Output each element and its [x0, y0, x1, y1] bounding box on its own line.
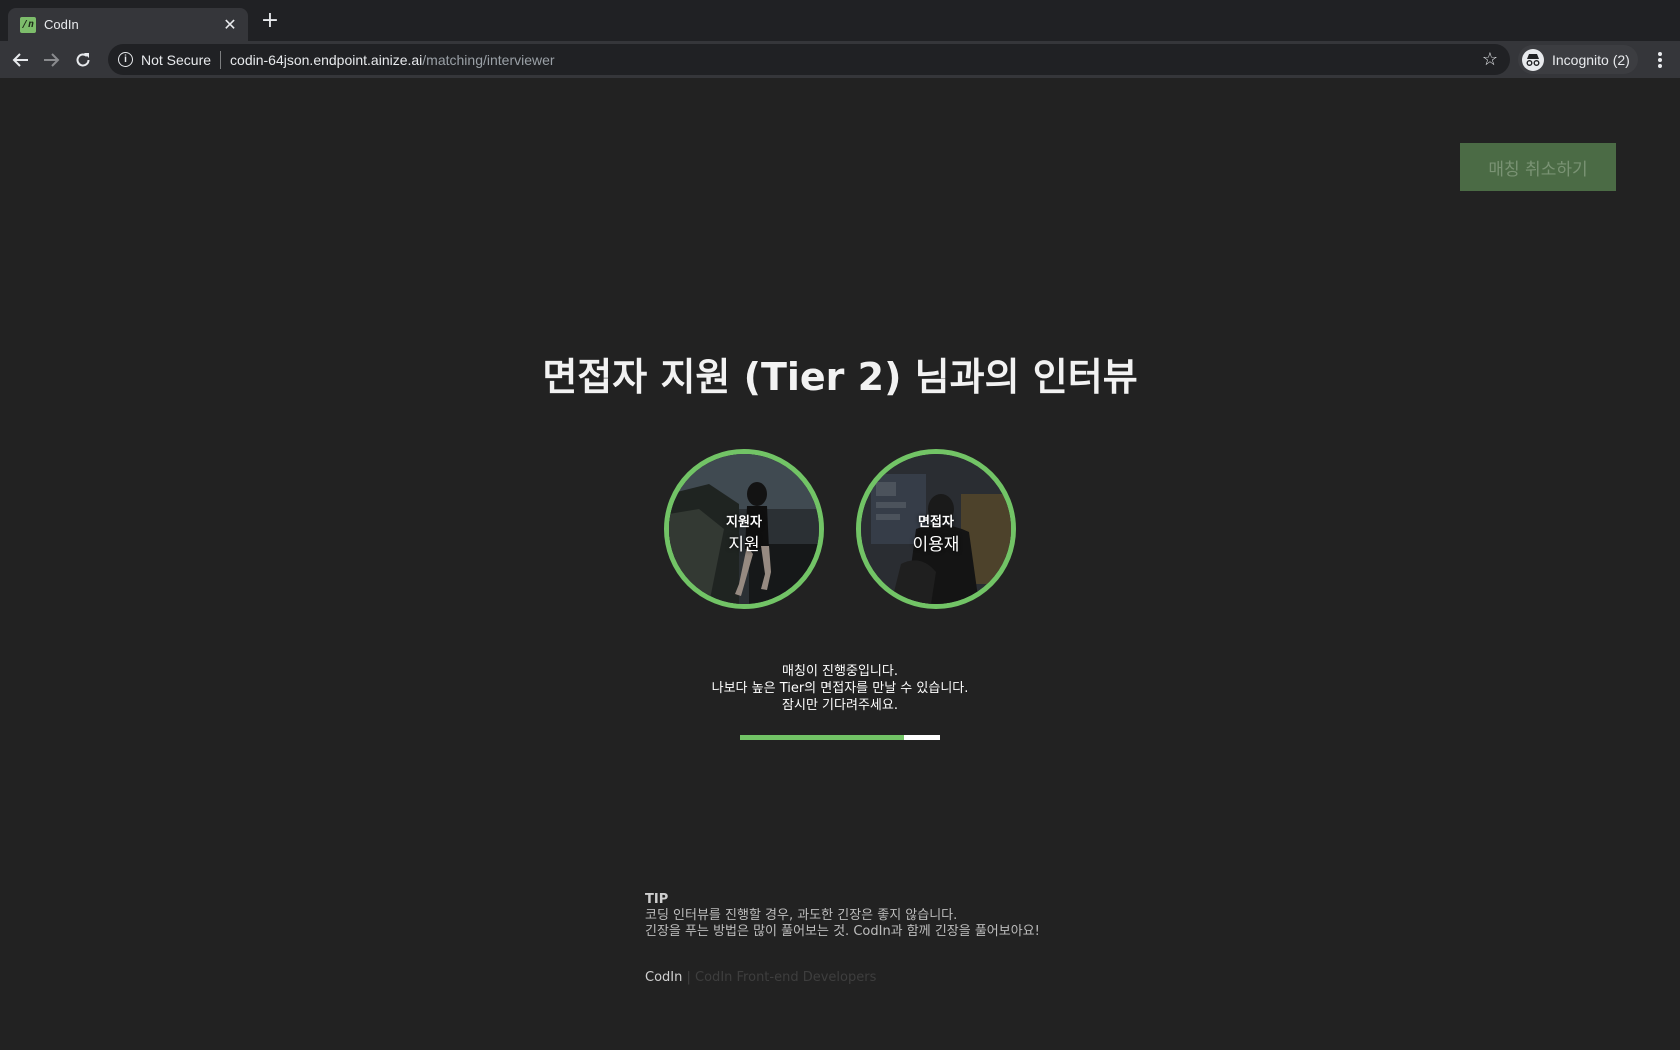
progress-fill: [740, 735, 904, 740]
forward-arrow-icon[interactable]: [40, 49, 62, 71]
applicant-role-label: 지원자: [726, 515, 762, 530]
interviewer-role-label: 면접자: [918, 515, 954, 530]
interviewer-name: 이용재: [912, 535, 960, 555]
page-title: 면접자 지원 (Tier 2) 님과의 인터뷰: [542, 355, 1138, 399]
codin-favicon-icon: /n: [20, 16, 36, 33]
incognito-profile-button[interactable]: Incognito (2): [1518, 45, 1638, 74]
tip-box: TIP 코딩 인터뷰를 진행할 경우, 과도한 긴장은 좋지 않습니다. 긴장을…: [645, 892, 1040, 940]
footer-separator: |: [686, 970, 691, 985]
tab-title: CodIn: [44, 17, 79, 32]
security-label: Not Secure: [141, 51, 212, 68]
applicant-avatar: 지원자 지원: [664, 449, 824, 609]
applicant-name: 지원: [728, 535, 760, 555]
info-icon[interactable]: i: [118, 52, 133, 67]
status-line: 나보다 높은 Tier의 면접자를 만날 수 있습니다.: [711, 681, 969, 696]
tab-close-icon[interactable]: ✕: [222, 15, 238, 34]
footer-credit: CodIn Front-end Developers: [695, 970, 877, 985]
cancel-matching-button[interactable]: 매칭 취소하기: [1460, 143, 1616, 191]
bookmark-star-icon[interactable]: ☆: [1482, 49, 1498, 70]
back-arrow-icon[interactable]: [10, 49, 32, 71]
address-bar[interactable]: i Not Secure codin-64json.endpoint.ainiz…: [108, 44, 1510, 75]
incognito-label: Incognito (2): [1552, 51, 1630, 68]
tip-line: 긴장을 푸는 방법은 많이 풀어보는 것. CodIn과 함께 긴장을 풀어보아…: [645, 924, 1040, 939]
address-separator: [220, 50, 222, 69]
matching-progress-bar: [740, 735, 940, 740]
reload-icon[interactable]: [72, 49, 94, 71]
browser-toolbar: i Not Secure codin-64json.endpoint.ainiz…: [0, 41, 1680, 78]
incognito-icon: [1522, 48, 1544, 71]
browser-tab-active[interactable]: /n CodIn ✕: [8, 8, 248, 41]
browser-tab-strip: /n CodIn ✕ +: [0, 0, 1680, 41]
tip-title: TIP: [645, 892, 669, 907]
status-line: 잠시만 기다려주세요.: [782, 698, 898, 713]
footer: CodIn | CodIn Front-end Developers: [645, 970, 876, 985]
status-line: 매칭이 진행중입니다.: [782, 664, 898, 679]
browser-menu-icon[interactable]: [1650, 50, 1670, 70]
footer-brand: CodIn: [645, 970, 683, 985]
url-host: codin-64json.endpoint.ainize.ai: [230, 51, 423, 68]
tip-line: 코딩 인터뷰를 진행할 경우, 과도한 긴장은 좋지 않습니다.: [645, 908, 958, 923]
new-tab-plus-icon[interactable]: +: [260, 10, 280, 32]
url-path: /matching/interviewer: [422, 51, 555, 68]
matching-page: 매칭 취소하기 면접자 지원 (Tier 2) 님과의 인터뷰 지원자 지원 면…: [0, 78, 1680, 1050]
matching-status: 매칭이 진행중입니다. 나보다 높은 Tier의 면접자를 만날 수 있습니다.…: [0, 663, 1680, 714]
interviewer-avatar: 면접자 이용재: [856, 449, 1016, 609]
